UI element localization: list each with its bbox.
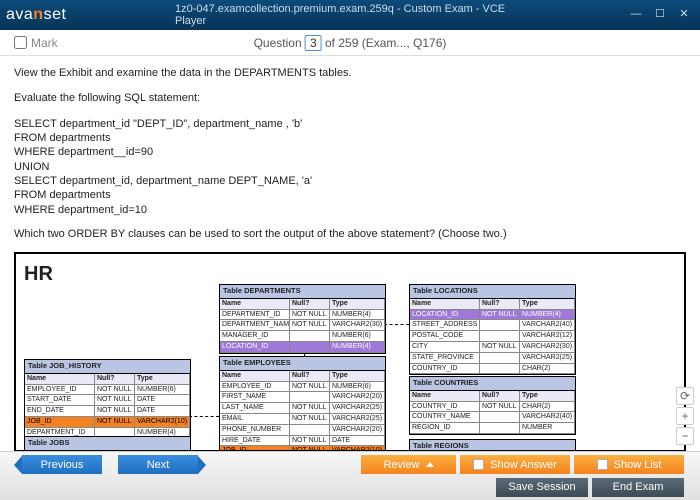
table-employees: Table EMPLOYEES NameNull?Type EMPLOYEE_I… (219, 356, 386, 451)
table-row: DEPARTMENT_IDNOT NULLNUMBER(4) (220, 310, 385, 321)
zoom-in-icon[interactable]: + (676, 407, 694, 425)
show-answer-checkbox[interactable] (473, 459, 484, 470)
table-row: EMAILNOT NULLVARCHAR2(25) (220, 414, 385, 425)
chevron-up-icon (426, 462, 434, 467)
maximize-icon[interactable]: ☐ (650, 7, 670, 23)
table-row: START_DATENOT NULLDATE (25, 395, 190, 406)
schema-diagram: HR Table DEPARTMENTS NameNull?Type DEPAR… (14, 252, 686, 451)
table-row: EMPLOYEE_IDNOT NULLNUMBER(6) (25, 385, 190, 396)
save-session-button[interactable]: Save Session (496, 478, 588, 497)
table-row: CITYNOT NULLVARCHAR2(30) (410, 342, 575, 353)
table-row: STREET_ADDRESSVARCHAR2(40) (410, 320, 575, 331)
table-row: COUNTRY_IDNOT NULLCHAR(2) (410, 402, 575, 413)
table-locations: Table LOCATIONS NameNull?Type LOCATION_I… (409, 284, 576, 375)
mark-label: Mark (31, 36, 58, 50)
table-countries: Table COUNTRIES NameNull?Type COUNTRY_ID… (409, 376, 576, 435)
table-row: LOCATION_IDNUMBER(4) (220, 342, 385, 353)
review-button[interactable]: Review (361, 455, 456, 474)
window-controls: — ☐ ✕ (626, 7, 694, 23)
close-icon[interactable]: ✕ (674, 7, 694, 23)
table-row: JOB_IDNOT NULLVARCHAR2(10) (220, 446, 385, 451)
table-row: POSTAL_CODEVARCHAR2(12) (410, 331, 575, 342)
question-content: View the Exhibit and examine the data in… (0, 56, 700, 451)
table-row: JOB_IDNOT NULLVARCHAR2(10) (25, 417, 190, 428)
table-jobs: Table JOBS NameNull?Type JOB_IDNOT NULLV… (24, 436, 191, 451)
logo: avanset (6, 6, 66, 24)
table-row: PHONE_NUMBERVARCHAR2(20) (220, 425, 385, 436)
mark-checkbox-wrap[interactable]: Mark (14, 36, 58, 50)
zoom-out-icon[interactable]: − (676, 427, 694, 445)
table-row: LOCATION_IDNOT NULLNUMBER(4) (410, 310, 575, 321)
table-row: HIRE_DATENOT NULLDATE (220, 436, 385, 447)
logo-part: ava (6, 6, 33, 23)
question-number: 3 (305, 35, 322, 51)
table-departments: Table DEPARTMENTS NameNull?Type DEPARTME… (219, 284, 386, 353)
table-row: REGION_IDNUMBER (410, 423, 575, 434)
zoom-controls: ⟳ + − (676, 387, 694, 445)
window-title: 1z0-047.examcollection.premium.exam.259q… (175, 3, 525, 27)
table-row: END_DATENOT NULLDATE (25, 406, 190, 417)
table-row: FIRST_NAMEVARCHAR2(20) (220, 392, 385, 403)
exhibit-instruction: View the Exhibit and examine the data in… (14, 66, 686, 81)
table-job-history: Table JOB_HISTORY NameNull?Type EMPLOYEE… (24, 359, 191, 439)
zoom-reset-icon[interactable]: ⟳ (676, 387, 694, 405)
titlebar: avanset 1z0-047.examcollection.premium.e… (0, 0, 700, 30)
table-row: EMPLOYEE_IDNOT NULLNUMBER(6) (220, 382, 385, 393)
logo-part: set (44, 6, 67, 23)
table-row: DEPARTMENT_NAMENOT NULLVARCHAR2(30) (220, 320, 385, 331)
mark-checkbox[interactable] (14, 36, 27, 49)
question-prompt: Which two ORDER BY clauses can be used t… (14, 227, 686, 242)
sql-statement: SELECT department_id "DEPT_ID", departme… (14, 117, 686, 217)
table-row: COUNTRY_NAMEVARCHAR2(40) (410, 412, 575, 423)
end-exam-button[interactable]: End Exam (592, 478, 684, 497)
minimize-icon[interactable]: — (626, 7, 646, 23)
table-row: MANAGER_IDNUMBER(6) (220, 331, 385, 342)
diagram-canvas: Table DEPARTMENTS NameNull?Type DEPARTME… (24, 294, 676, 451)
previous-button[interactable]: Previous (22, 455, 102, 474)
show-answer-button[interactable]: Show Answer (460, 455, 570, 474)
table-row: COUNTRY_IDCHAR(2) (410, 364, 575, 375)
table-row: LAST_NAMENOT NULLVARCHAR2(25) (220, 403, 385, 414)
logo-accent: n (33, 6, 43, 23)
question-header: Mark Question 3 of 259 (Exam..., Q176) (0, 30, 700, 56)
show-list-checkbox[interactable] (597, 459, 608, 470)
show-list-button[interactable]: Show List (574, 455, 684, 474)
footer-bar: Previous Next Review Show Answer Show Li… (0, 451, 700, 500)
table-row: STATE_PROVINCEVARCHAR2(25) (410, 353, 575, 364)
next-button[interactable]: Next (118, 455, 198, 474)
evaluate-instruction: Evaluate the following SQL statement: (14, 91, 686, 106)
question-indicator: Question 3 of 259 (Exam..., Q176) (254, 35, 447, 51)
table-regions: Table REGIONS NameNull?Type REGION_IDNOT… (409, 439, 576, 451)
